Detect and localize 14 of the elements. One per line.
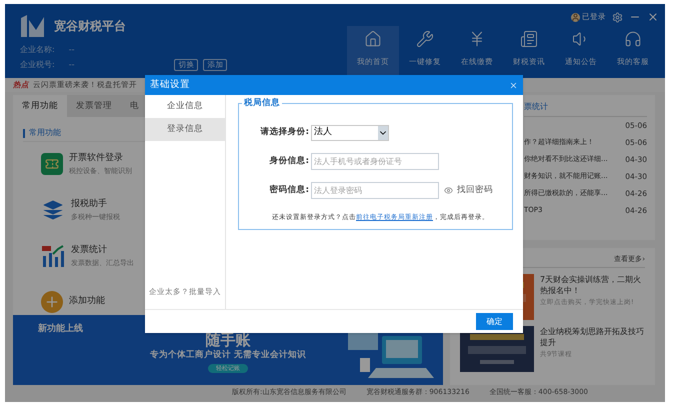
field-label: 身份信息: xyxy=(268,155,309,168)
banner-subtitle: 专为个体工商户设计 无需专业会计知识 xyxy=(150,349,306,362)
section-title: 常用功能 xyxy=(29,127,61,139)
news-title: 票统计 xyxy=(524,101,647,117)
tax-id-value: -- xyxy=(68,59,74,71)
field-label: 密码信息: xyxy=(268,184,309,197)
dialog-title: 基础设置 xyxy=(150,78,190,92)
company-name-label: 企业名称: xyxy=(20,44,55,56)
tax-id-label: 企业税号: xyxy=(20,59,55,71)
field-label: 请选择身份: xyxy=(259,126,309,139)
app-title: 宽谷财税平台 xyxy=(54,18,126,35)
banner-title: 随手账 xyxy=(206,332,250,349)
company-name-value: -- xyxy=(68,44,74,56)
banner-tag: 新功能上线 xyxy=(38,323,83,336)
